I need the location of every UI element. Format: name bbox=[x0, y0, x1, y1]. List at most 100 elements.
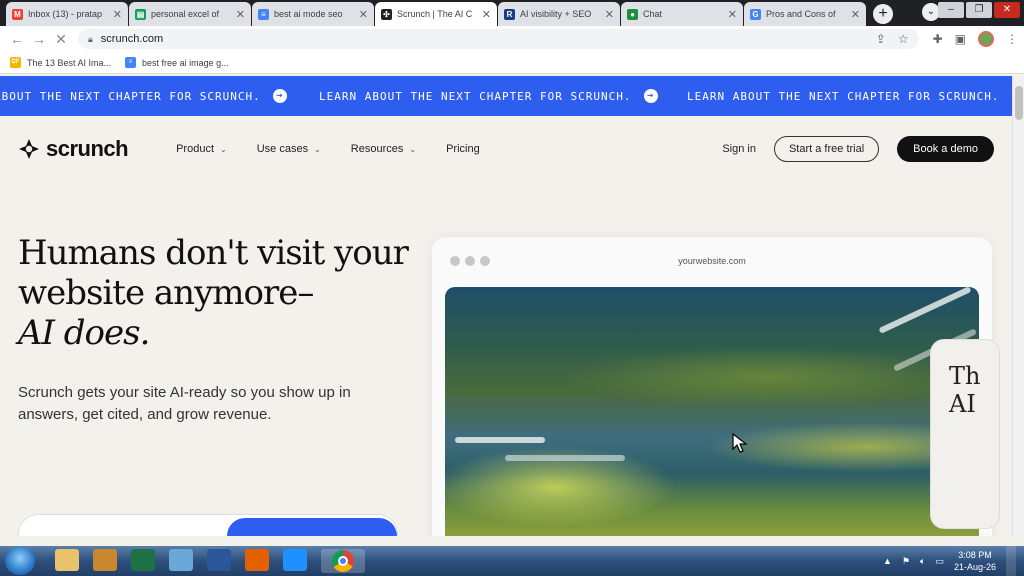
close-window-button[interactable]: ✕ bbox=[994, 2, 1020, 18]
media-player-icon[interactable] bbox=[93, 549, 117, 571]
maximize-button[interactable]: ❐ bbox=[966, 2, 992, 18]
address-bar[interactable]: 🔒︎ scrunch.com ⇪ ☆ bbox=[78, 29, 919, 49]
action-center-icon[interactable]: ⚑ bbox=[902, 556, 910, 567]
tab-title: Pros and Cons of bbox=[766, 9, 836, 19]
chevron-down-icon: ⌄ bbox=[220, 144, 227, 154]
announcement-text: LEARN ABOUT THE NEXT CHAPTER FOR SCRUNCH… bbox=[319, 89, 632, 103]
bookmark-item[interactable]: ≡ best free ai image g... bbox=[125, 57, 229, 68]
tab-strip: M Inbox (13) - pratap ✕ ▤ personal excel of ✕… bbox=[0, 0, 1024, 26]
side-panel-icon[interactable]: ▣ bbox=[955, 32, 966, 46]
ie-icon[interactable] bbox=[283, 549, 307, 571]
volume-icon[interactable]: 🔈︎ bbox=[920, 556, 925, 567]
announcement-text: ABOUT THE NEXT CHAPTER FOR SCRUNCH. bbox=[0, 89, 261, 103]
tab-title: personal excel of bbox=[151, 9, 220, 19]
chat-icon: ● bbox=[627, 8, 638, 20]
scrunch-logo[interactable]: scrunch bbox=[18, 136, 129, 162]
nav-item-product[interactable]: Product ⌄ bbox=[176, 143, 227, 155]
browser-tab[interactable]: ✣ Scrunch | The AI C ✕ bbox=[375, 2, 497, 26]
browser-toolbar: ← → ✕ 🔒︎ scrunch.com ⇪ ☆ ✚ ▣ ⋮ bbox=[0, 26, 1024, 52]
mouse-cursor-icon bbox=[732, 432, 748, 453]
share-icon[interactable]: ⇪ bbox=[876, 32, 886, 46]
firefox-icon[interactable] bbox=[245, 549, 269, 571]
close-tab-icon[interactable]: ✕ bbox=[359, 8, 368, 21]
overlay-text: AI bbox=[949, 390, 976, 418]
close-tab-icon[interactable]: ✕ bbox=[482, 8, 491, 21]
submit-button[interactable] bbox=[227, 518, 397, 536]
show-hidden-icons[interactable]: ▲ bbox=[883, 556, 892, 566]
explorer-icon[interactable] bbox=[55, 549, 79, 571]
free-trial-button[interactable]: Start a free trial bbox=[773, 136, 880, 162]
system-tray: ▲ ⚑ 🔈︎ ▭ 3:08 PM 21-Aug-26 bbox=[883, 546, 1024, 576]
bookmark-star-icon[interactable]: ☆ bbox=[898, 32, 909, 46]
nav-item-label: Resources bbox=[350, 143, 404, 155]
chevron-down-icon: ⌄ bbox=[314, 144, 321, 154]
back-button[interactable]: ← bbox=[6, 31, 28, 47]
close-tab-icon[interactable]: ✕ bbox=[113, 8, 122, 21]
browser-menu-icon[interactable]: ⋮ bbox=[1006, 32, 1018, 46]
close-tab-icon[interactable]: ✕ bbox=[728, 8, 737, 21]
hero-heading: Humans don't visit your website anymore–… bbox=[18, 233, 418, 353]
sign-in-link[interactable]: Sign in bbox=[722, 143, 756, 155]
word-icon[interactable] bbox=[207, 549, 231, 571]
announcement-item[interactable]: LEARN ABOUT THE NEXT CHAPTER FOR SCRUNCH… bbox=[319, 89, 658, 103]
new-tab-button[interactable]: + bbox=[873, 4, 893, 24]
preview-url: yourwebsite.com bbox=[678, 256, 746, 266]
close-tab-icon[interactable]: ✕ bbox=[236, 8, 245, 21]
nav-item-pricing[interactable]: Pricing bbox=[446, 143, 480, 155]
nav-item-use-cases[interactable]: Use cases ⌄ bbox=[257, 143, 321, 155]
scrollbar-thumb[interactable] bbox=[1015, 86, 1023, 120]
sheets-icon: ▤ bbox=[135, 8, 146, 20]
taskbar-apps bbox=[55, 549, 365, 573]
bookmark-label: The 13 Best AI Ima... bbox=[27, 57, 112, 68]
window-controls: – ❐ ✕ bbox=[938, 2, 1020, 18]
forward-button[interactable]: → bbox=[28, 31, 50, 47]
profile-avatar[interactable] bbox=[978, 31, 994, 47]
hero-heading-emphasis: AI does. bbox=[18, 313, 150, 353]
browser-tab[interactable]: ≡ best ai mode seo ✕ bbox=[252, 2, 374, 26]
nav-item-label: Pricing bbox=[446, 143, 480, 155]
website-url-form[interactable] bbox=[18, 514, 398, 536]
logo-text: scrunch bbox=[46, 136, 129, 161]
browser-tab[interactable]: ● Chat ✕ bbox=[621, 2, 743, 26]
tab-list: M Inbox (13) - pratap ✕ ▤ personal excel of ✕… bbox=[6, 2, 867, 26]
book-demo-button[interactable]: Book a demo bbox=[897, 136, 994, 162]
close-tab-icon[interactable]: ✕ bbox=[851, 8, 860, 21]
minimize-button[interactable]: – bbox=[938, 2, 964, 18]
announcement-item[interactable]: LEARN ABOUT THE NEXT CHAPTER FOR SCRUNCH… bbox=[687, 89, 1012, 103]
chrome-icon[interactable] bbox=[321, 549, 365, 573]
announcement-item[interactable]: ABOUT THE NEXT CHAPTER FOR SCRUNCH. → bbox=[0, 89, 287, 103]
stop-loading-button[interactable]: ✕ bbox=[50, 31, 72, 48]
notepad-icon[interactable] bbox=[169, 549, 193, 571]
windows-taskbar: ▲ ⚑ 🔈︎ ▭ 3:08 PM 21-Aug-26 bbox=[0, 546, 1024, 576]
browser-tab[interactable]: R AI visibility + SEO ✕ bbox=[498, 2, 620, 26]
url-text[interactable]: scrunch.com bbox=[101, 33, 864, 45]
clock[interactable]: 3:08 PM 21-Aug-26 bbox=[954, 549, 996, 573]
site-header: scrunch Product ⌄ Use cases ⌄ Resources ⌄ Pric… bbox=[0, 116, 1012, 182]
excel-icon[interactable] bbox=[131, 549, 155, 571]
nav-item-label: Product bbox=[176, 143, 215, 155]
overlay-quote-card: Th AI bbox=[930, 339, 1000, 529]
announcement-banner[interactable]: ABOUT THE NEXT CHAPTER FOR SCRUNCH. → LE… bbox=[0, 76, 1012, 116]
overlay-text: Th bbox=[949, 362, 981, 390]
start-button[interactable] bbox=[5, 547, 35, 575]
network-icon[interactable]: ▭ bbox=[935, 556, 944, 567]
browser-tab[interactable]: M Inbox (13) - pratap ✕ bbox=[6, 2, 128, 26]
bookmark-item[interactable]: DF The 13 Best AI Ima... bbox=[10, 57, 111, 68]
scrunch-icon: ✣ bbox=[381, 8, 392, 20]
extensions-icon[interactable]: ✚ bbox=[933, 32, 943, 46]
close-tab-icon[interactable]: ✕ bbox=[605, 8, 614, 21]
gmail-icon: M bbox=[12, 8, 23, 20]
clock-date: 21-Aug-26 bbox=[953, 562, 996, 572]
page-scrollbar[interactable] bbox=[1012, 76, 1024, 536]
tab-title: Chat bbox=[643, 9, 663, 19]
docs-icon: ≡ bbox=[125, 57, 137, 68]
lock-icon[interactable]: 🔒︎ bbox=[88, 34, 93, 45]
hero-heading-line: website anymore– bbox=[18, 273, 314, 313]
nav-item-resources[interactable]: Resources ⌄ bbox=[351, 143, 416, 155]
web-page: ABOUT THE NEXT CHAPTER FOR SCRUNCH. → LE… bbox=[0, 76, 1012, 536]
browser-tab[interactable]: ▤ personal excel of ✕ bbox=[129, 2, 251, 26]
browser-tab[interactable]: G Pros and Cons of ✕ bbox=[744, 2, 866, 26]
tab-title: Inbox (13) - pratap bbox=[28, 9, 103, 19]
show-desktop-button[interactable] bbox=[1006, 546, 1016, 576]
clock-time: 3:08 PM bbox=[958, 550, 992, 560]
